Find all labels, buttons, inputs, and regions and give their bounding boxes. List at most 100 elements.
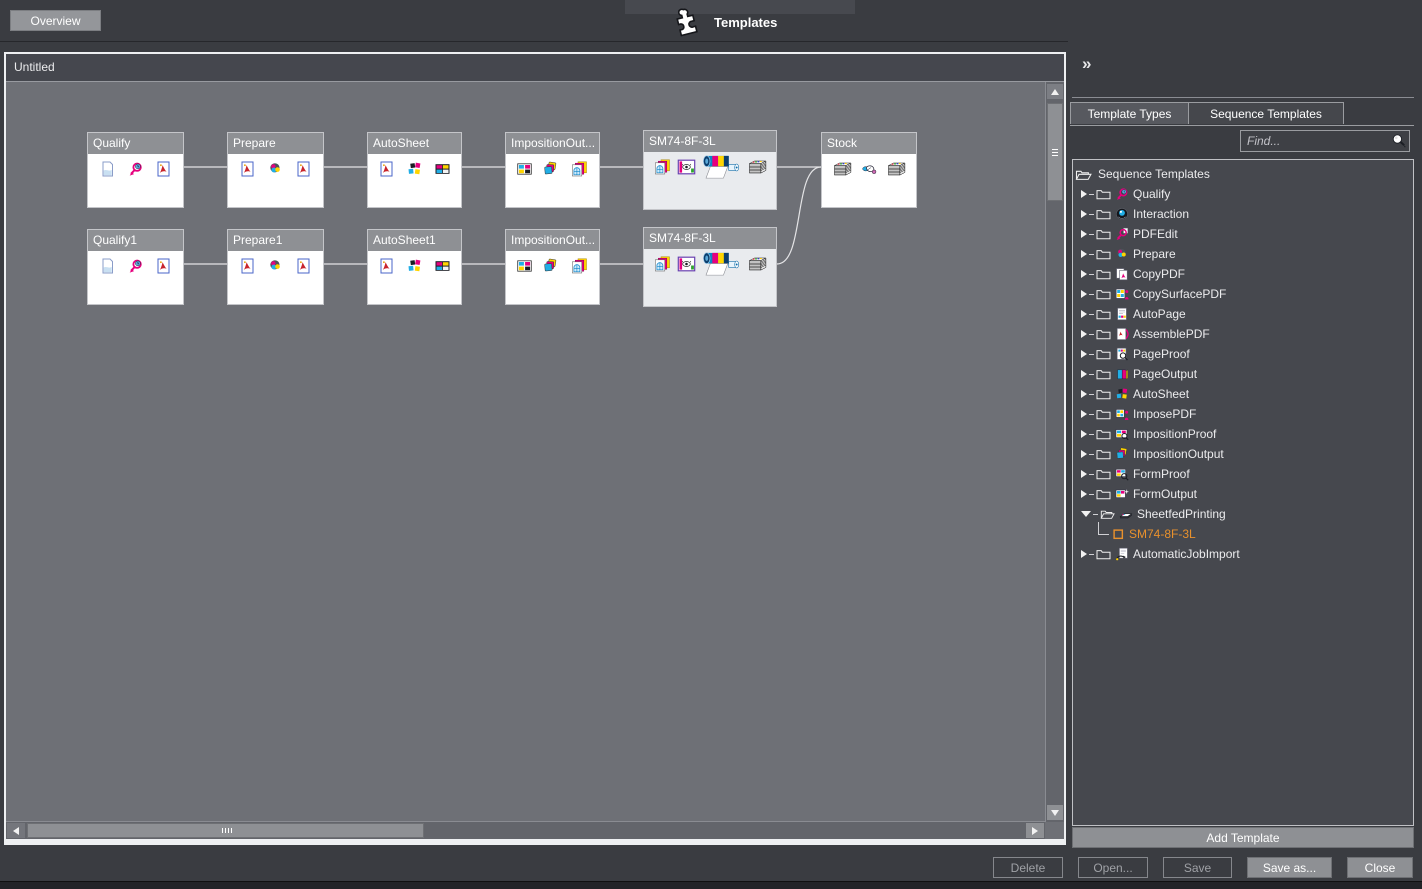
workflow-node-impositionout[interactable]: ImpositionOut... xyxy=(505,132,600,208)
tab-sequence-templates[interactable]: Sequence Templates xyxy=(1189,102,1344,124)
expand-arrow-icon[interactable] xyxy=(1081,450,1087,458)
workflow-editor-window: Untitled QualifyPrepareAutoSheetImpositi… xyxy=(4,52,1066,845)
expand-arrow-icon[interactable] xyxy=(1081,550,1087,558)
node-title: Prepare1 xyxy=(228,230,323,251)
trolley-icon xyxy=(861,163,878,175)
close-button[interactable]: Close xyxy=(1347,857,1413,878)
pdf-icon xyxy=(239,161,256,177)
tree-item-formoutput[interactable]: FormOutput xyxy=(1073,484,1413,504)
workflow-node-autosheet[interactable]: AutoSheet xyxy=(367,132,462,208)
tree-item-label: Prepare xyxy=(1133,247,1176,261)
scroll-up-button[interactable] xyxy=(1047,84,1063,99)
collapse-arrow-icon[interactable] xyxy=(1081,511,1091,517)
tree-item-sm74-8f-3l[interactable]: SM74-8F-3L xyxy=(1073,524,1413,544)
preview-icon xyxy=(677,159,696,175)
scroll-right-button[interactable] xyxy=(1026,823,1044,838)
tree-item-imposepdf[interactable]: ImposePDF xyxy=(1073,404,1413,424)
horizontal-scroll-thumb[interactable] xyxy=(27,823,424,838)
expand-arrow-icon[interactable] xyxy=(1081,490,1087,498)
expand-arrow-icon[interactable] xyxy=(1081,430,1087,438)
expand-arrow-icon[interactable] xyxy=(1081,370,1087,378)
node-title: SM74-8F-3L xyxy=(644,228,776,249)
workflow-node-qualify[interactable]: Qualify xyxy=(87,132,184,208)
expand-arrow-icon[interactable] xyxy=(1081,310,1087,318)
node-icon-row xyxy=(506,155,599,183)
tree-connector xyxy=(1089,254,1094,255)
tree-item-pageoutput[interactable]: PageOutput xyxy=(1073,364,1413,384)
expand-arrow-icon[interactable] xyxy=(1081,470,1087,478)
tree-connector xyxy=(1089,394,1094,395)
workflow-node-sm74-8f-3l[interactable]: SM74-8F-3L xyxy=(643,130,777,210)
workflow-node-sm74-8f-3l-row2[interactable]: SM74-8F-3L xyxy=(643,227,777,307)
workflow-node-stock[interactable]: Stock xyxy=(821,132,917,208)
expand-arrow-icon[interactable] xyxy=(1081,230,1087,238)
tree-item-autopage[interactable]: AutoPage xyxy=(1073,304,1413,324)
tree-item-formproof[interactable]: FormProof xyxy=(1073,464,1413,484)
expand-arrow-icon[interactable] xyxy=(1081,390,1087,398)
save-as-button[interactable]: Save as... xyxy=(1247,857,1332,878)
tree-item-pageproof[interactable]: PageProof xyxy=(1073,344,1413,364)
folder-icon xyxy=(1096,548,1111,560)
expand-arrow-icon[interactable] xyxy=(1081,190,1087,198)
panel-separator xyxy=(1072,97,1414,98)
save-button[interactable]: Save xyxy=(1163,857,1232,878)
open-button[interactable]: Open... xyxy=(1078,857,1148,878)
vertical-scrollbar[interactable] xyxy=(1045,82,1064,822)
formoutput-type-icon xyxy=(1115,487,1129,501)
overview-button[interactable]: Overview xyxy=(10,10,101,31)
expand-arrow-icon[interactable] xyxy=(1081,290,1087,298)
tree-item-label: ImpositionProof xyxy=(1133,427,1216,441)
tree-item-label: AutoSheet xyxy=(1133,387,1189,401)
pageoutput-type-icon xyxy=(1115,367,1129,381)
sheets-cmy-icon xyxy=(542,161,559,177)
workflow-canvas[interactable]: Qualify Prepare AutoSheet ImpositionOut... S… xyxy=(6,82,1045,822)
expand-arrow-icon[interactable] xyxy=(1081,270,1087,278)
template-tree: Sequence Templates Qualify InteractionPDFE… xyxy=(1072,159,1414,826)
scroll-down-button[interactable] xyxy=(1047,805,1063,820)
tree-item-automaticjobimport[interactable]: AutomaticJobImport xyxy=(1073,544,1413,564)
tree-connector xyxy=(1089,314,1094,315)
add-template-button[interactable]: Add Template xyxy=(1072,827,1414,848)
paper-stack-icon xyxy=(746,256,769,272)
collapse-panel-button[interactable]: » xyxy=(1082,55,1091,72)
tree-item-impositionproof[interactable]: ImpositionProof xyxy=(1073,424,1413,444)
imposepdf-type-icon xyxy=(1115,407,1129,421)
tree-item-impositionoutput[interactable]: ImpositionOutput xyxy=(1073,444,1413,464)
workflow-node-prepare1-row2[interactable]: Prepare1 xyxy=(227,229,324,305)
tree-root[interactable]: Sequence Templates xyxy=(1073,164,1413,184)
horizontal-scrollbar[interactable] xyxy=(6,821,1045,839)
scroll-left-button[interactable] xyxy=(7,823,25,838)
node-title: AutoSheet1 xyxy=(368,230,461,251)
search-icon[interactable] xyxy=(1391,133,1407,149)
imposition-stack-icon xyxy=(651,159,672,175)
tree-item-label: Qualify xyxy=(1133,187,1170,201)
vertical-scroll-thumb[interactable] xyxy=(1047,103,1063,201)
workflow-node-autosheet1-row2[interactable]: AutoSheet1 xyxy=(367,229,462,305)
template-square-icon xyxy=(1113,529,1124,540)
workflow-node-impositionout-row2[interactable]: ImpositionOut... xyxy=(505,229,600,305)
tree-item-qualify[interactable]: Qualify xyxy=(1073,184,1413,204)
sheetfedprinting-type-icon xyxy=(1119,507,1133,521)
find-input[interactable] xyxy=(1240,130,1410,152)
tree-item-copypdf[interactable]: CopyPDF xyxy=(1073,264,1413,284)
tree-item-pdfedit[interactable]: PDFEdit xyxy=(1073,224,1413,244)
expand-arrow-icon[interactable] xyxy=(1081,410,1087,418)
qualify-icon xyxy=(127,161,144,177)
tree-item-autosheet[interactable]: AutoSheet xyxy=(1073,384,1413,404)
workflow-node-qualify1-row2[interactable]: Qualify1 xyxy=(87,229,184,305)
expand-arrow-icon[interactable] xyxy=(1081,330,1087,338)
tree-item-assemblepdf[interactable]: AssemblePDF xyxy=(1073,324,1413,344)
tree-item-sheetfedprinting[interactable]: SheetfedPrinting xyxy=(1073,504,1413,524)
impositionproof-type-icon xyxy=(1115,427,1129,441)
paper-stack-icon xyxy=(831,161,854,177)
expand-arrow-icon[interactable] xyxy=(1081,210,1087,218)
expand-arrow-icon[interactable] xyxy=(1081,250,1087,258)
expand-arrow-icon[interactable] xyxy=(1081,350,1087,358)
tree-item-copysurfacepdf[interactable]: CopySurfacePDF xyxy=(1073,284,1413,304)
delete-button[interactable]: Delete xyxy=(993,857,1063,878)
tab-template-types[interactable]: Template Types xyxy=(1070,102,1189,124)
tree-item-prepare[interactable]: Prepare xyxy=(1073,244,1413,264)
imposition-stack-icon xyxy=(651,256,672,272)
tree-item-interaction[interactable]: Interaction xyxy=(1073,204,1413,224)
workflow-node-prepare[interactable]: Prepare xyxy=(227,132,324,208)
